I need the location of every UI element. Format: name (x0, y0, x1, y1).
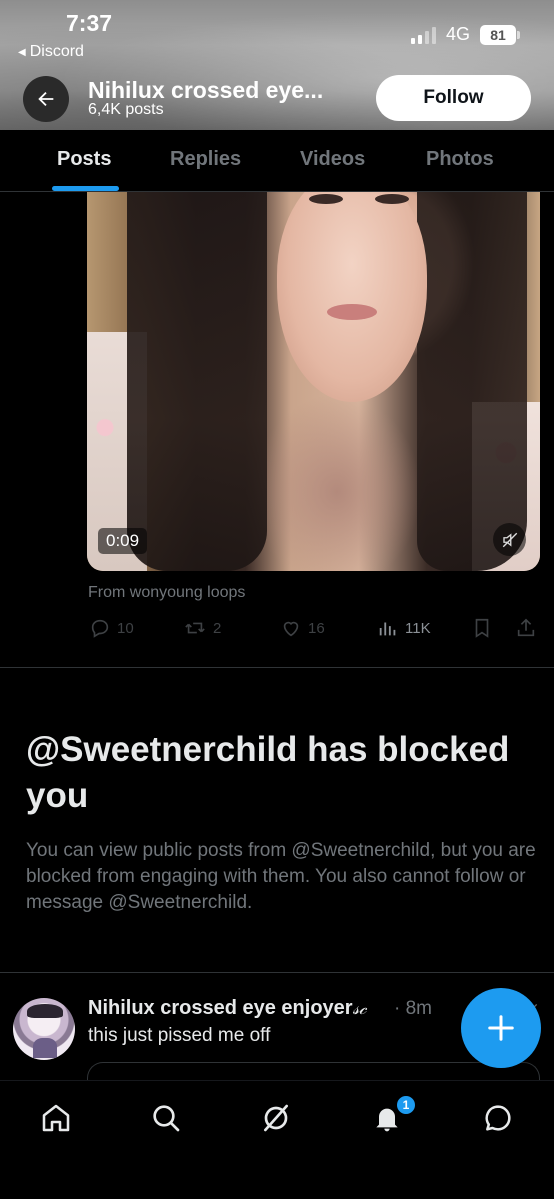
video-source[interactable]: From wonyoung loops (88, 584, 245, 602)
arrow-left-icon (38, 91, 54, 107)
blocked-description: You can view public posts from @Sweetner… (26, 840, 536, 913)
plus-icon (488, 1015, 514, 1041)
home-icon (42, 1104, 70, 1132)
profile-name: Nihilux crossed eye... (88, 77, 324, 103)
share-icon (517, 618, 535, 637)
profile-header: 7:37 ◀ Discord 4G 81 Nihilux crossed eye… (0, 0, 554, 130)
share-button[interactable] (515, 617, 537, 639)
tab-videos[interactable]: Videos (300, 148, 365, 171)
divider (0, 972, 554, 973)
battery-icon: 81 (480, 24, 520, 45)
heart-icon (283, 621, 299, 637)
nav-grok[interactable] (256, 1098, 296, 1138)
video-timer: 0:09 (98, 528, 148, 554)
bottom-navigation: 1 (0, 1080, 554, 1199)
repost-button[interactable]: 2 (183, 617, 221, 639)
search-icon (153, 1105, 180, 1132)
post-author[interactable]: Nihilux crossed eye enjoyer𝓈𝒸 (88, 997, 366, 1020)
tab-photos[interactable]: Photos (426, 148, 494, 171)
reply-icon (91, 619, 109, 638)
bookmark-icon (475, 618, 489, 638)
avatar[interactable] (13, 998, 75, 1060)
bookmark-button[interactable] (471, 617, 493, 639)
messages-icon (485, 1105, 511, 1131)
active-tab-indicator (52, 186, 119, 191)
repost-icon (185, 622, 205, 634)
speaker-muted-icon (502, 532, 517, 547)
nav-home[interactable] (36, 1098, 76, 1138)
views-count: 11K (405, 619, 431, 637)
grok-icon (264, 1104, 288, 1132)
blocked-title: @Sweetnerchild has blocked you (26, 730, 510, 815)
tab-posts[interactable]: Posts (57, 148, 111, 171)
reply-count: 10 (117, 619, 134, 637)
post-text: this just pissed me off (88, 1025, 271, 1046)
posts-count: 6,4K posts (88, 101, 164, 118)
signal-icon (410, 26, 436, 44)
views-button[interactable]: 11K (377, 617, 431, 639)
back-button[interactable] (23, 76, 69, 122)
follow-button[interactable]: Follow (376, 75, 531, 121)
nav-messages[interactable] (478, 1098, 518, 1138)
post-author-decor: 𝓈𝒸 (352, 998, 367, 1019)
nav-search[interactable] (146, 1098, 186, 1138)
notifications-badge: 1 (396, 1095, 416, 1115)
network-type: 4G (445, 24, 470, 44)
status-indicators: 4G 81 (410, 24, 520, 45)
like-button[interactable]: 16 (280, 617, 325, 639)
back-app-label: Discord (29, 43, 84, 60)
post-author-name: Nihilux crossed eye enjoyer (88, 997, 353, 1019)
video-player[interactable]: 0:09 (87, 192, 540, 571)
back-triangle-icon: ◀ (18, 46, 26, 58)
profile-tabs: Posts Replies Videos Photos (0, 130, 554, 192)
back-to-app-link[interactable]: ◀ Discord (18, 43, 84, 61)
status-time: 7:37 (66, 10, 113, 36)
post-actions: 10 2 16 11K (0, 617, 554, 643)
like-count: 16 (308, 619, 325, 637)
repost-count: 2 (213, 619, 222, 637)
divider (0, 667, 554, 668)
post-timestamp: · 8m (394, 998, 432, 1019)
views-chart-icon (379, 622, 396, 636)
reply-button[interactable]: 10 (89, 617, 134, 639)
tab-replies[interactable]: Replies (170, 148, 241, 171)
mute-button[interactable] (493, 523, 526, 556)
compose-post-button[interactable] (461, 988, 541, 1068)
